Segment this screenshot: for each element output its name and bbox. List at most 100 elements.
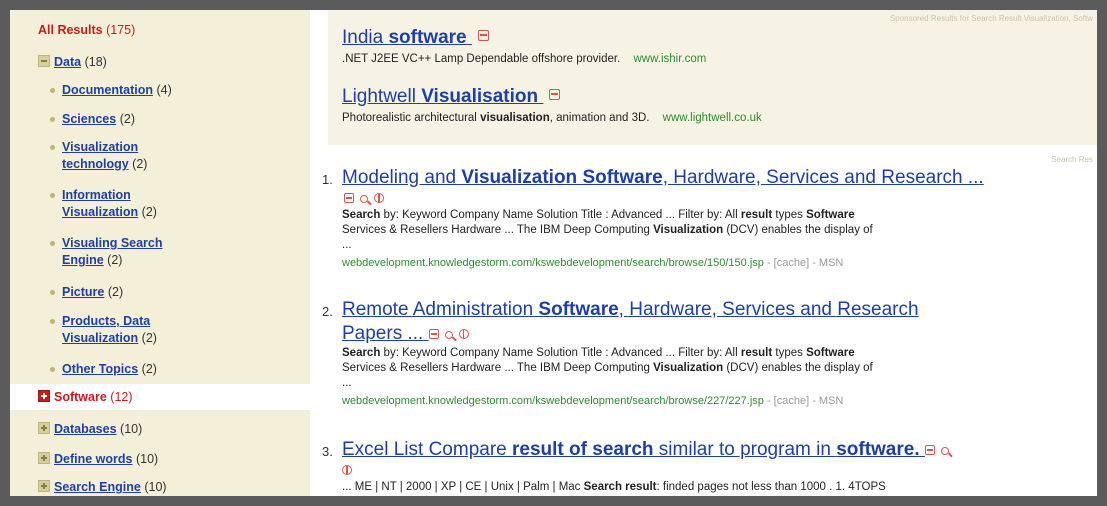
category-label[interactable]: Define words [54, 452, 133, 466]
result-number: 2. [322, 304, 333, 319]
category-data-label[interactable]: Data [54, 55, 81, 69]
ad-title-link[interactable]: Lightwell Visualisation [342, 86, 762, 108]
all-results-link[interactable]: All Results (175) [38, 23, 135, 37]
category-software-label[interactable]: Software [54, 390, 107, 404]
result-meta[interactable]: - [cache] - MSN [764, 257, 843, 269]
ad-url[interactable]: www.lightwell.co.uk [663, 112, 762, 124]
subcategory-item[interactable]: Picture (2) [50, 284, 297, 301]
globe-icon[interactable] [342, 465, 352, 475]
expand-icon[interactable] [38, 422, 50, 434]
subcategory-item[interactable]: Documentation (4) [50, 82, 297, 99]
title-bold[interactable]: software. [836, 439, 919, 460]
title-part[interactable]: Papers ... [342, 323, 423, 344]
globe-icon[interactable] [458, 329, 469, 339]
snippet-ellipsis: ... [342, 239, 352, 251]
category-count: (10) [135, 452, 159, 466]
search-result: 3. Excel List Compare result of search s… [322, 438, 1087, 495]
subcategory-item[interactable]: Products, Data Visualization (2) [50, 313, 192, 347]
title-part[interactable]: , Hardware, Services and Research [619, 299, 919, 320]
magnifier-icon[interactable] [360, 195, 368, 203]
snippet-bold: Visualization [653, 362, 724, 374]
title-bold[interactable]: Visualization Software [461, 167, 662, 188]
ad-title-pre[interactable]: Lightwell [342, 86, 421, 107]
expand-icon[interactable] [38, 390, 50, 402]
result-title-link[interactable]: Modeling and Visualization Software, Har… [342, 166, 1087, 190]
document-icon[interactable] [549, 89, 561, 100]
document-icon[interactable] [924, 445, 935, 455]
subcategory-label[interactable]: Products, Data Visualization [62, 314, 150, 345]
category-databases[interactable]: Databases (10) [38, 422, 142, 436]
document-icon[interactable] [344, 193, 354, 203]
ad-title-link[interactable]: India software [342, 27, 706, 49]
category-label[interactable]: Search Engine [54, 480, 141, 494]
result-meta[interactable]: - [cache] - MSN [764, 395, 843, 407]
result-title-link[interactable]: Remote Administration Software, Hardware… [342, 298, 1087, 346]
category-search-engine[interactable]: Search Engine (10) [38, 480, 167, 494]
title-bold[interactable]: result of search [512, 439, 654, 460]
subcategory-count: (2) [141, 362, 157, 376]
document-icon[interactable] [428, 329, 439, 339]
ad-title-bold[interactable]: software [388, 27, 466, 48]
collapse-icon[interactable] [38, 55, 50, 67]
category-define-words[interactable]: Define words (10) [38, 452, 158, 466]
subcategory-label[interactable]: Documentation [62, 83, 153, 97]
document-icon[interactable] [477, 30, 489, 41]
subcategory-label[interactable]: Other Topics [62, 362, 138, 376]
expand-icon[interactable] [38, 480, 50, 492]
ad-url[interactable]: www.ishir.com [634, 53, 707, 65]
ad-title-bold[interactable]: Visualisation [421, 86, 538, 107]
search-result: 2. Remote Administration Software, Hardw… [322, 298, 1087, 407]
bullet-icon [50, 367, 55, 372]
bullet-icon [50, 145, 55, 150]
title-part[interactable]: Remote Administration [342, 299, 538, 320]
subcategory-label[interactable]: Visualization technology [62, 140, 138, 171]
subcategory-item[interactable]: Visualization technology (2) [50, 139, 172, 173]
subcategory-label[interactable]: Picture [62, 285, 104, 299]
result-url[interactable]: webdevelopment.knowledgestorm.com/kswebd… [342, 395, 764, 407]
title-part[interactable]: similar to program in [654, 439, 837, 460]
result-snippet: Search by: Keyword Company Name Solution… [342, 208, 1087, 253]
bullet-icon [50, 241, 55, 246]
ad-title-pre[interactable]: India [342, 27, 388, 48]
snippet-bold: Search result [583, 481, 657, 493]
subcategory-item[interactable]: Visualing Search Engine (2) [50, 235, 202, 269]
result-actions [924, 438, 955, 462]
result-title-link[interactable]: Excel List Compare result of search simi… [342, 438, 1087, 462]
snippet-text: by: Keyword Company Name Solution Title … [380, 209, 741, 221]
title-bold[interactable]: Software [538, 299, 618, 320]
result-number: 3. [322, 444, 333, 459]
subcategory-count: (2) [141, 205, 157, 219]
result-actions [344, 190, 390, 208]
title-part[interactable]: Excel List Compare [342, 439, 512, 460]
snippet-text: : finded pages not less than 1000 . 1. 4… [656, 481, 886, 493]
snippet-text: (DCV) enables the display of [723, 362, 873, 374]
result-actions [428, 322, 475, 346]
bullet-icon [50, 319, 55, 324]
result-number: 1. [322, 172, 333, 187]
snippet-text: Services & Resellers Hardware ... The IB… [342, 224, 654, 236]
category-data[interactable]: Data (18) [38, 55, 107, 69]
globe-icon[interactable] [374, 193, 384, 203]
result-url[interactable]: webdevelopment.knowledgestorm.com/kswebd… [342, 257, 764, 269]
magnifier-icon[interactable] [940, 447, 949, 455]
magnifier-icon[interactable] [444, 331, 453, 339]
title-part[interactable]: , Hardware, Services and Research ... [663, 167, 984, 188]
subcategory-count: (2) [119, 112, 135, 126]
category-software[interactable]: Software (12) [38, 390, 133, 404]
snippet-text: Services & Resellers Hardware ... The IB… [342, 362, 654, 374]
subcategory-label[interactable]: Information Visualization [62, 188, 138, 219]
snippet-text: types [772, 347, 807, 359]
snippet-bold: result [740, 209, 773, 221]
subcategory-label[interactable]: Sciences [62, 112, 116, 126]
category-count: (10) [144, 480, 167, 494]
expand-icon[interactable] [38, 452, 50, 464]
category-label[interactable]: Databases [54, 422, 117, 436]
category-software-selected[interactable]: Software (12) [10, 384, 310, 410]
title-part[interactable]: Modeling and [342, 167, 461, 188]
results-pane: Sponsored Results for Search Result Visu… [310, 10, 1097, 496]
subcategory-item[interactable]: Information Visualization (2) [50, 187, 192, 221]
all-results-label[interactable]: All Results [38, 23, 103, 37]
subcategory-item[interactable]: Other Topics (2) [50, 361, 297, 378]
subcategory-item[interactable]: Sciences (2) [50, 111, 297, 128]
snippet-bold: Software [806, 209, 855, 221]
